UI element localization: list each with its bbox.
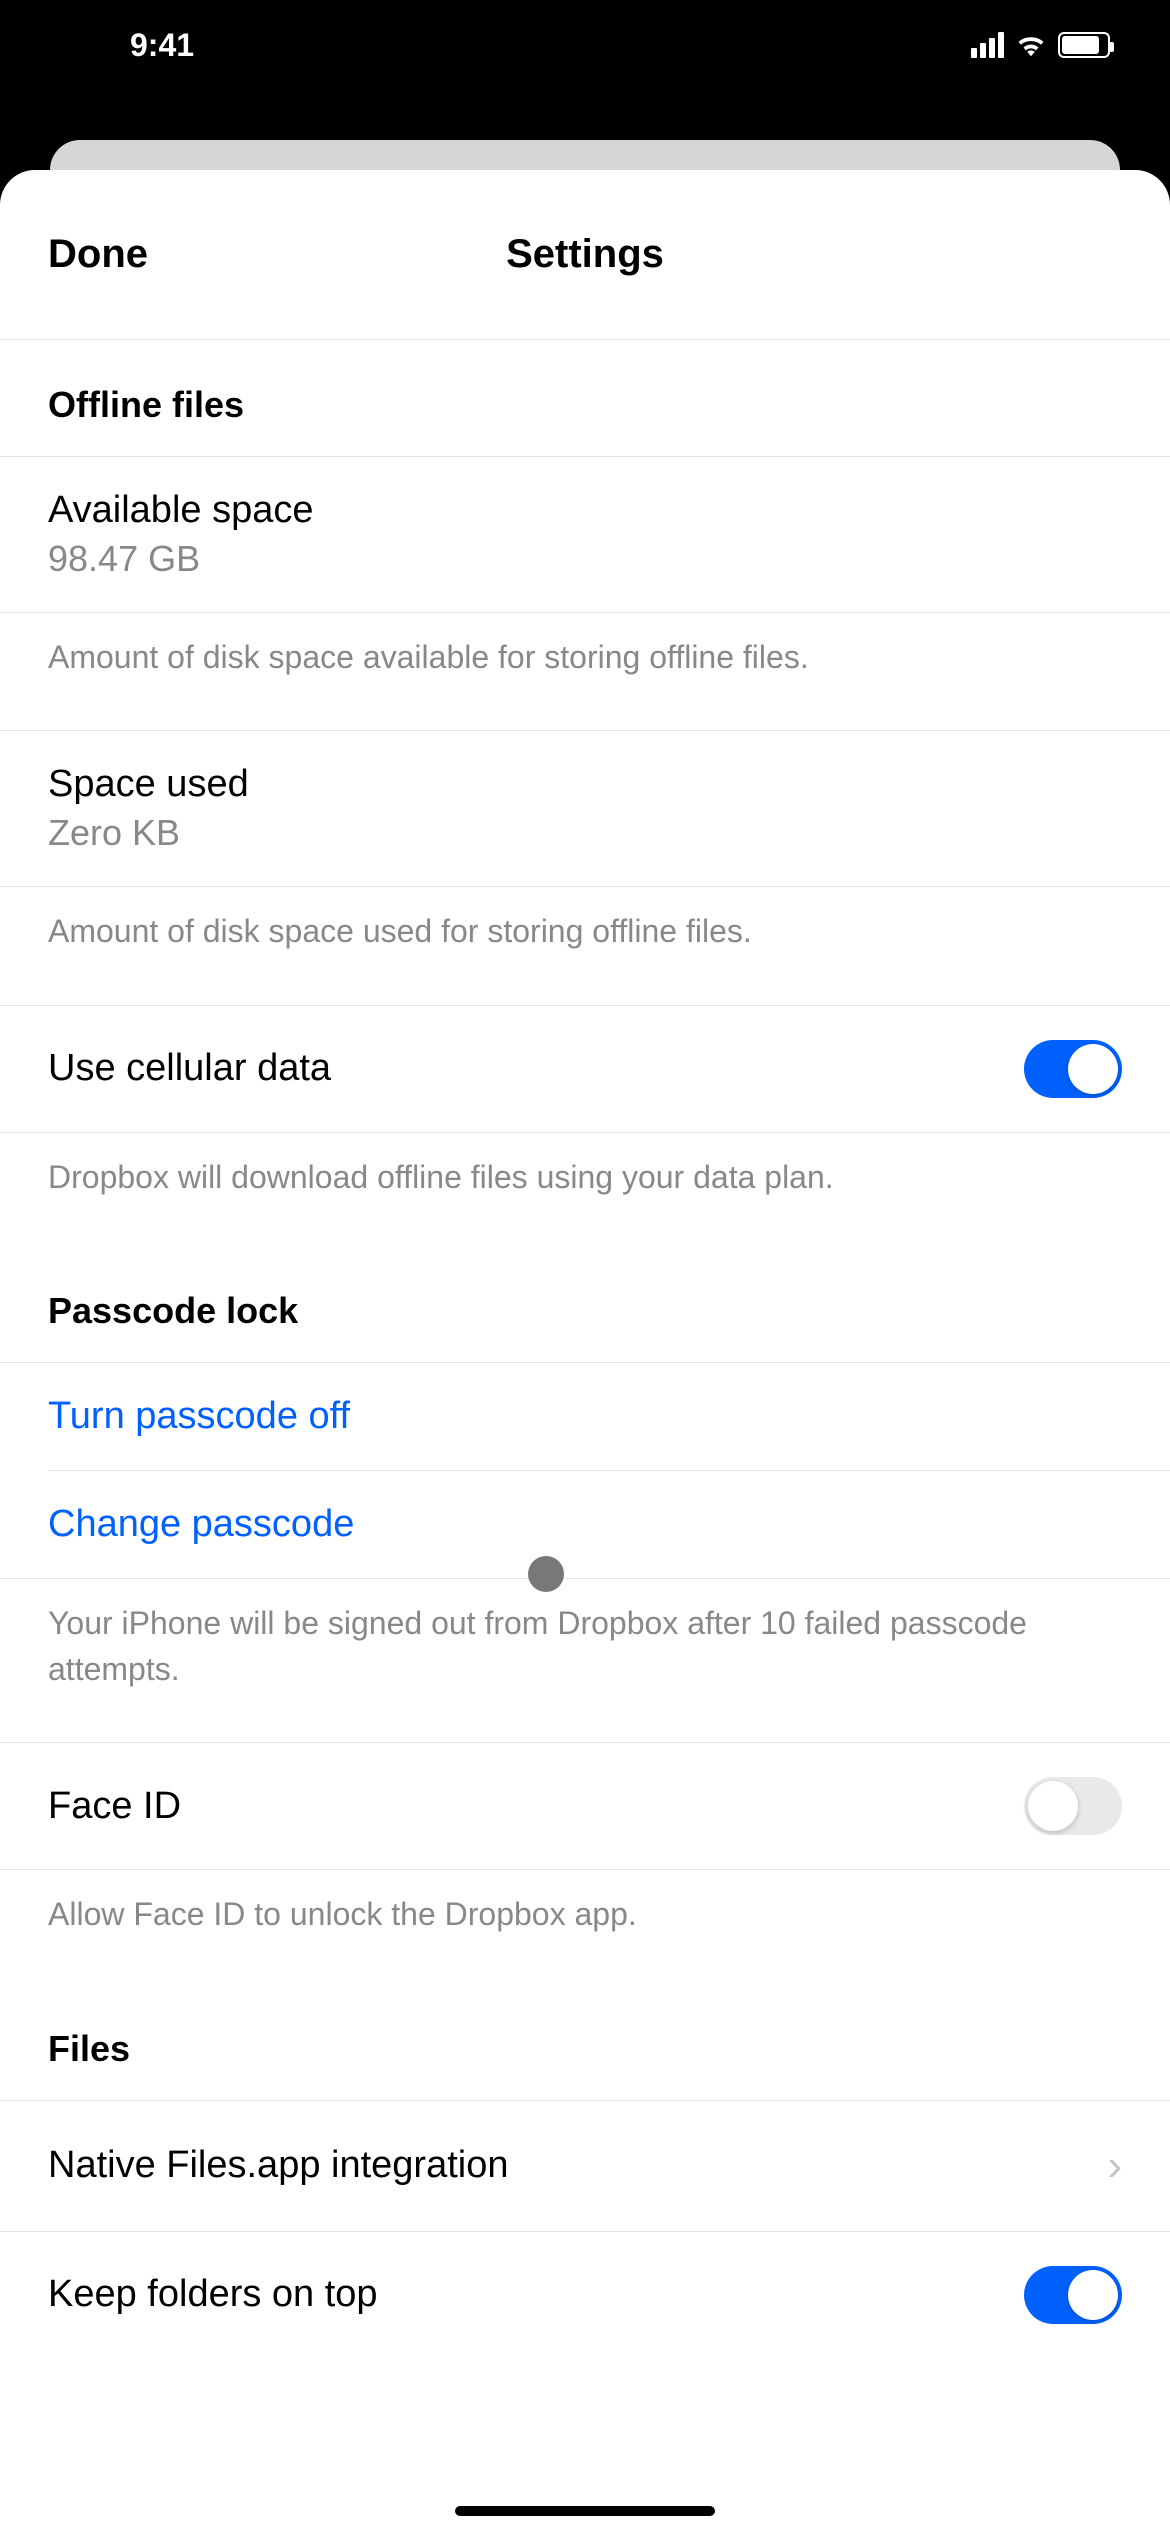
status-bar: 9:41 — [0, 0, 1170, 90]
done-button[interactable]: Done — [48, 232, 148, 277]
keep-folders-label: Keep folders on top — [48, 2273, 378, 2316]
keep-folders-toggle[interactable] — [1024, 2266, 1122, 2324]
section-header-passcode: Passcode lock — [0, 1250, 1170, 1362]
row-face-id[interactable]: Face ID — [0, 1742, 1170, 1869]
settings-content[interactable]: Offline files Available space 98.47 GB A… — [0, 340, 1170, 2358]
space-used-value: Zero KB — [48, 812, 249, 854]
row-change-passcode[interactable]: Change passcode — [0, 1471, 1170, 1578]
settings-sheet: Done Settings Offline files Available sp… — [0, 170, 1170, 2532]
home-indicator[interactable] — [455, 2506, 715, 2516]
page-title: Settings — [506, 232, 664, 277]
available-space-footer: Amount of disk space available for stori… — [0, 612, 1170, 730]
passcode-footer: Your iPhone will be signed out from Drop… — [0, 1578, 1170, 1742]
row-keep-folders-on-top[interactable]: Keep folders on top — [0, 2231, 1170, 2358]
row-turn-passcode-off[interactable]: Turn passcode off — [0, 1362, 1170, 1470]
native-files-label: Native Files.app integration — [48, 2144, 508, 2187]
use-cellular-label: Use cellular data — [48, 1047, 331, 1090]
status-time: 9:41 — [130, 27, 194, 64]
face-id-toggle[interactable] — [1024, 1777, 1122, 1835]
section-header-offline: Offline files — [0, 340, 1170, 456]
row-available-space: Available space 98.47 GB — [0, 456, 1170, 612]
space-used-footer: Amount of disk space used for storing of… — [0, 886, 1170, 1004]
available-space-value: 98.47 GB — [48, 538, 313, 580]
cursor-indicator — [528, 1556, 564, 1592]
status-indicators — [971, 32, 1110, 58]
nav-bar: Done Settings — [0, 170, 1170, 340]
row-space-used: Space used Zero KB — [0, 730, 1170, 886]
turn-passcode-off-link[interactable]: Turn passcode off — [48, 1395, 350, 1438]
use-cellular-footer: Dropbox will download offline files usin… — [0, 1132, 1170, 1250]
row-native-files-integration[interactable]: Native Files.app integration › — [0, 2100, 1170, 2231]
wifi-icon — [1016, 33, 1046, 57]
face-id-footer: Allow Face ID to unlock the Dropbox app. — [0, 1869, 1170, 1987]
face-id-label: Face ID — [48, 1785, 181, 1828]
row-use-cellular[interactable]: Use cellular data — [0, 1005, 1170, 1132]
change-passcode-link[interactable]: Change passcode — [48, 1503, 354, 1546]
available-space-label: Available space — [48, 489, 313, 532]
chevron-right-icon: › — [1107, 2141, 1122, 2191]
cellular-signal-icon — [971, 32, 1004, 58]
space-used-label: Space used — [48, 763, 249, 806]
battery-icon — [1058, 32, 1110, 58]
use-cellular-toggle[interactable] — [1024, 1040, 1122, 1098]
section-header-files: Files — [0, 1988, 1170, 2100]
